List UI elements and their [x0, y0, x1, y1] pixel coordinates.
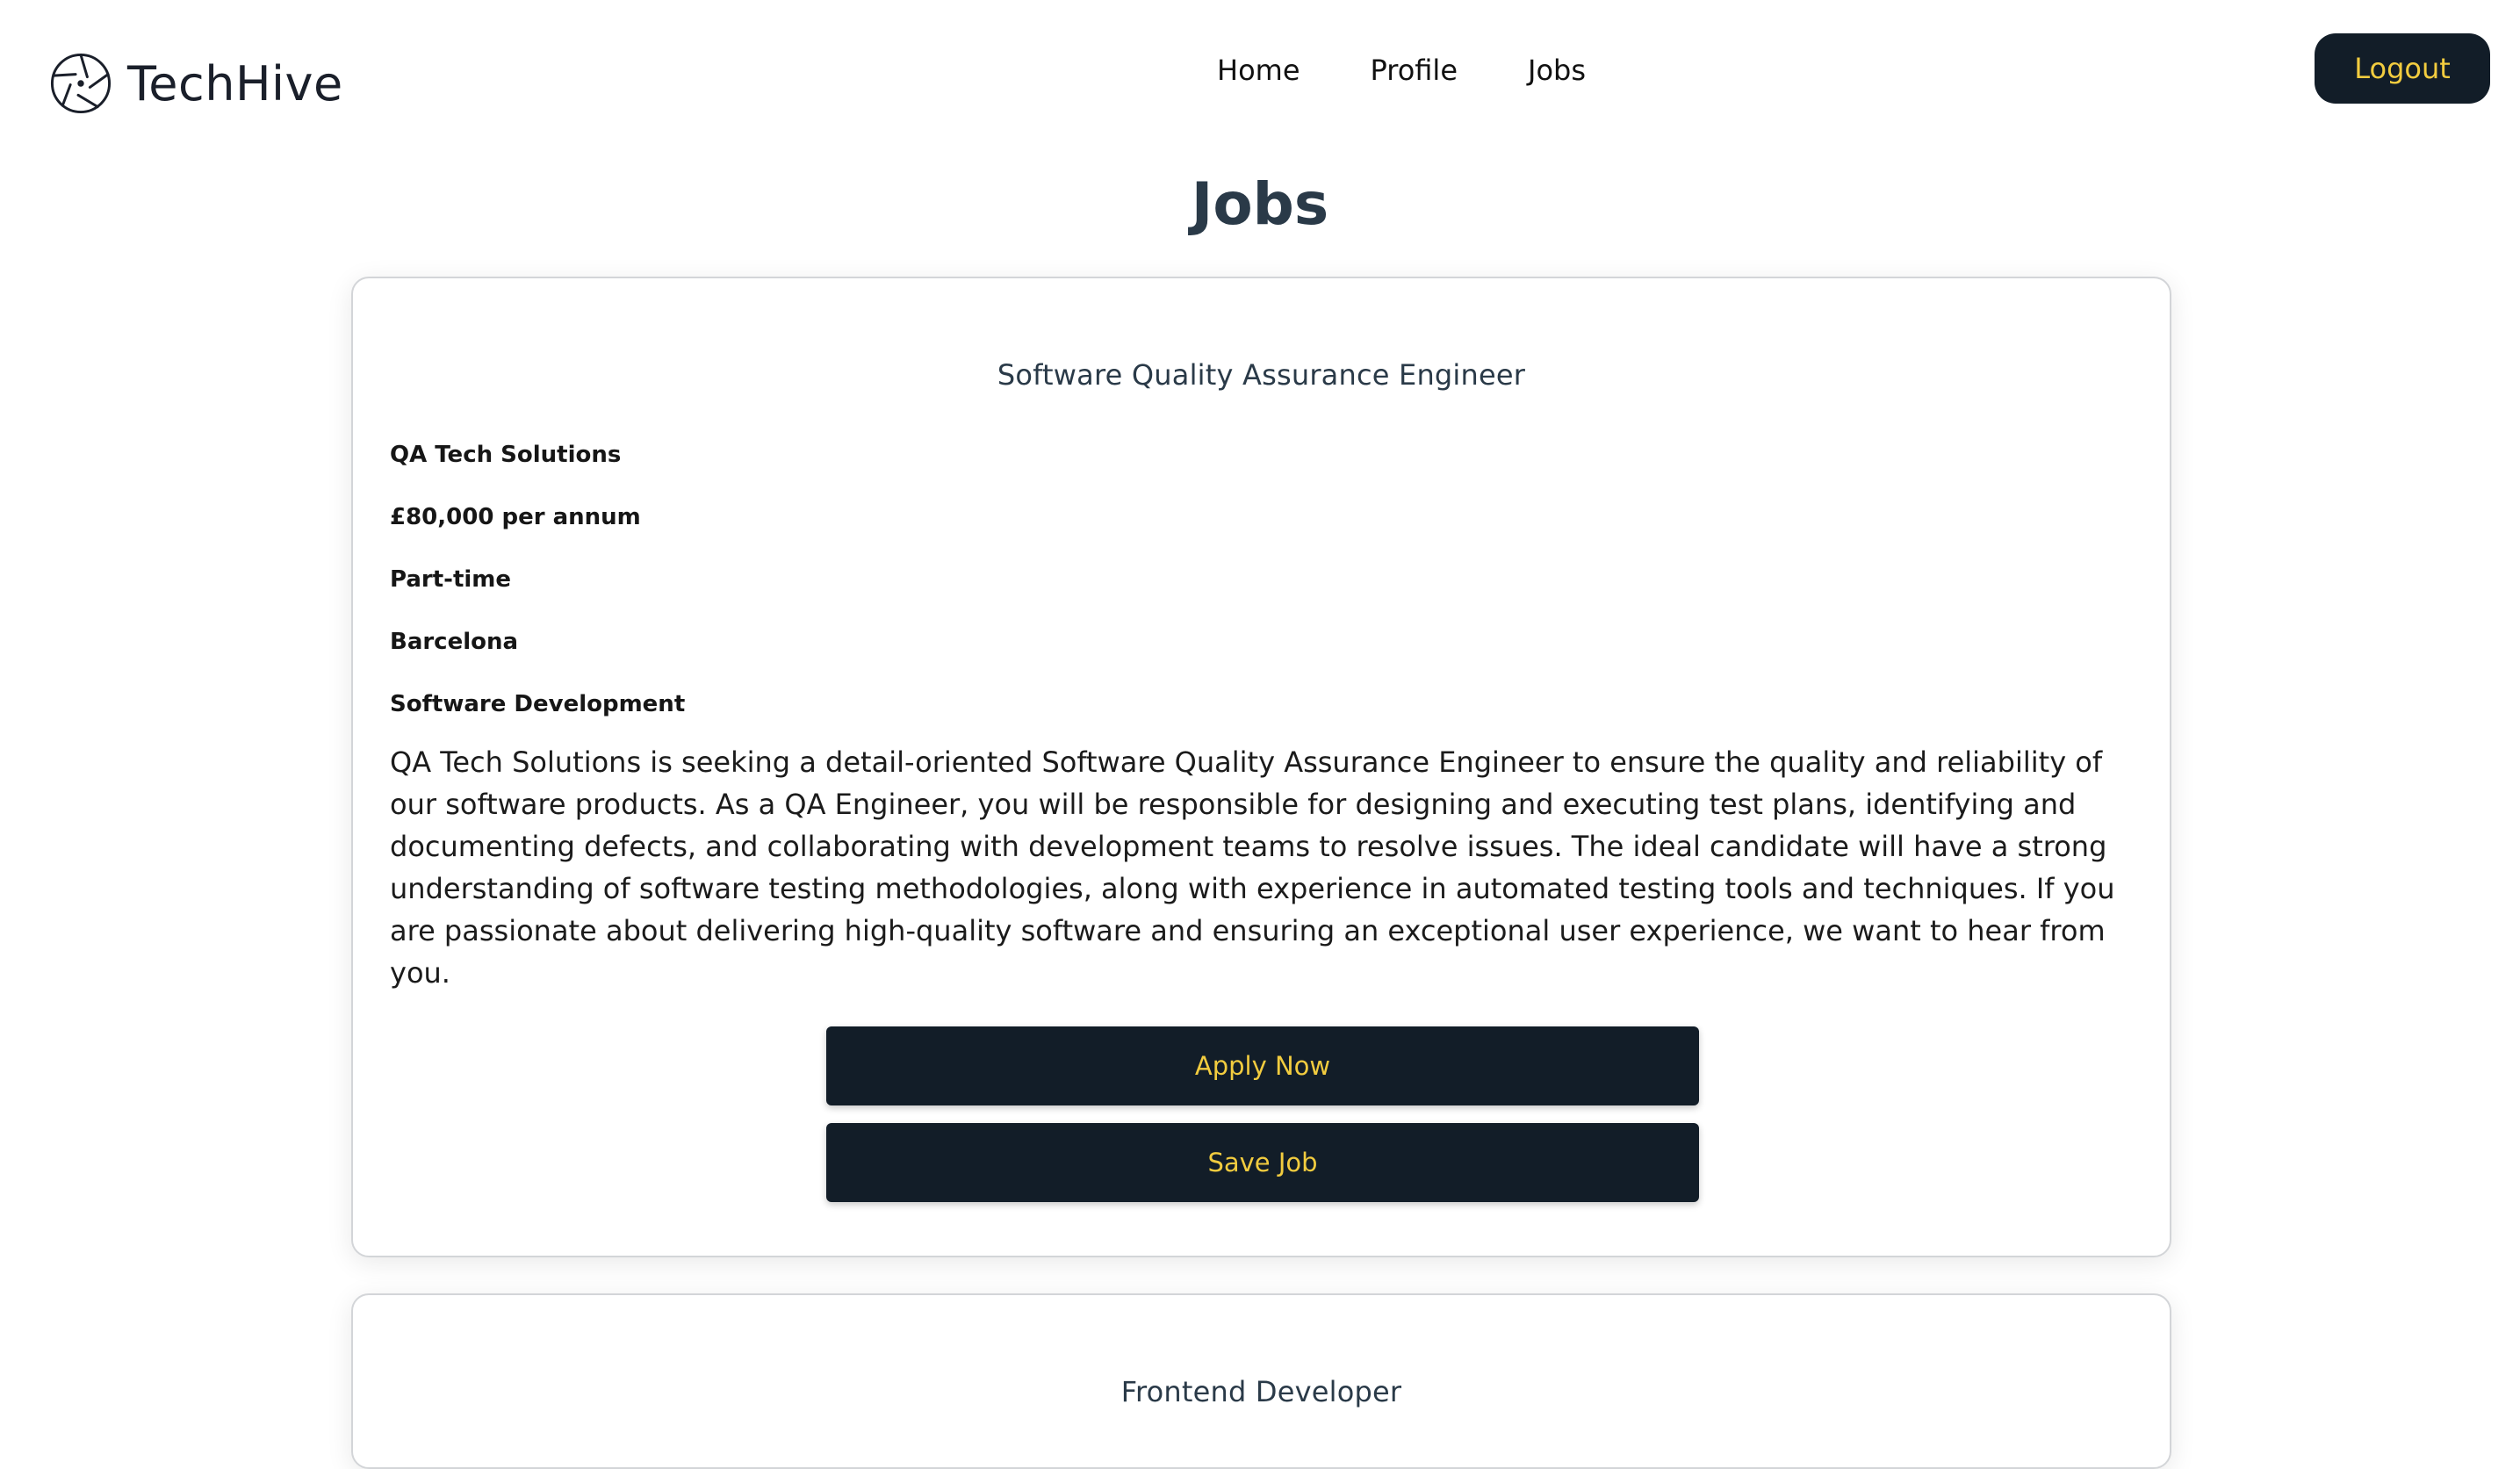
job-salary: £80,000 per annum	[390, 504, 641, 530]
main-nav: Home Profile Jobs	[1217, 48, 1586, 92]
save-job-button[interactable]: Save Job	[826, 1123, 1699, 1202]
job-category: Software Development	[390, 691, 686, 717]
job-location: Barcelona	[390, 629, 519, 655]
job-card: Software Quality Assurance Engineer QA T…	[351, 277, 2171, 1257]
aperture-icon	[50, 53, 112, 114]
job-meta: QA Tech Solutions £80,000 per annum Part…	[390, 437, 2133, 722]
job-title: Software Quality Assurance Engineer	[997, 358, 1526, 392]
brand[interactable]: TechHive	[48, 51, 343, 116]
nav-profile[interactable]: Profile	[1371, 48, 1458, 92]
logout-button[interactable]: Logout	[2315, 33, 2490, 104]
job-title: Frontend Developer	[1120, 1375, 1402, 1408]
nav-home[interactable]: Home	[1217, 48, 1300, 92]
job-company: QA Tech Solutions	[390, 442, 622, 468]
job-description: QA Tech Solutions is seeking a detail-or…	[390, 745, 2115, 990]
page-title: Jobs	[1191, 170, 1329, 238]
brand-name: TechHive	[127, 55, 343, 112]
job-actions: Apply Now Save Job	[826, 1026, 1699, 1202]
nav-jobs[interactable]: Jobs	[1528, 48, 1586, 92]
top-navigation-bar: TechHive Home Profile Jobs Logout	[0, 0, 2520, 149]
job-card: Frontend Developer	[351, 1293, 2171, 1469]
job-type: Part-time	[390, 566, 512, 593]
apply-now-button[interactable]: Apply Now	[826, 1026, 1699, 1105]
